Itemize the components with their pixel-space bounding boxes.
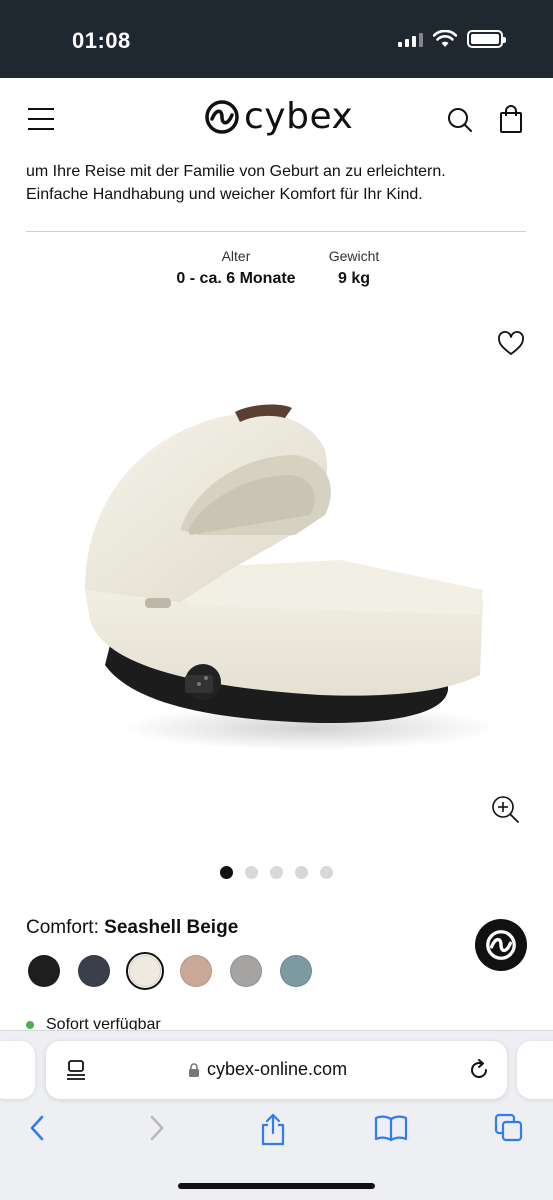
status-bar: 01:08 [0, 0, 553, 78]
shopping-bag-icon[interactable] [498, 104, 524, 134]
heart-icon[interactable] [497, 331, 525, 357]
status-time: 01:08 [72, 28, 131, 53]
next-tab-preview[interactable] [517, 1041, 553, 1099]
color-swatch-fill [230, 955, 262, 987]
color-swatch[interactable] [76, 953, 112, 989]
wifi-icon [433, 30, 457, 47]
status-icons [398, 30, 506, 48]
color-swatch-fill [180, 955, 212, 987]
availability-status-dot [26, 1021, 34, 1029]
browser-toolbar: cybex-online.com [0, 1030, 553, 1200]
hamburger-menu-icon[interactable] [28, 108, 54, 130]
battery-icon [467, 30, 506, 48]
spec-weight-value: 9 kg [337, 270, 370, 287]
color-swatch-fill [78, 955, 110, 987]
color-swatch[interactable] [278, 953, 314, 989]
gallery-dot[interactable] [245, 866, 258, 879]
color-swatch[interactable] [228, 953, 264, 989]
search-icon[interactable] [446, 106, 474, 134]
forward-icon[interactable] [146, 1113, 168, 1143]
address-bar[interactable]: cybex-online.com [46, 1041, 507, 1099]
bookmarks-icon[interactable] [374, 1113, 408, 1143]
cybex-logo-icon [486, 930, 516, 960]
site-header: cybex [0, 78, 553, 160]
gallery-pagination [220, 866, 333, 879]
color-swatch[interactable] [26, 953, 62, 989]
spec-age: Alter 0 - ca. 6 Monate [160, 248, 312, 288]
color-selection-label: Comfort: Seashell Beige [26, 917, 238, 939]
color-swatch[interactable] [126, 952, 164, 990]
color-swatch-fill [28, 955, 60, 987]
color-swatch-fill [280, 955, 312, 987]
share-icon[interactable] [259, 1113, 287, 1147]
color-swatches [26, 952, 314, 990]
url-display[interactable]: cybex-online.com [188, 1059, 347, 1080]
description-line-1: um Ihre Reise mit der Familie von Geburt… [26, 163, 446, 180]
color-swatch-fill [129, 955, 161, 987]
color-label: Comfort: [26, 917, 99, 938]
lock-icon [189, 1062, 199, 1077]
spec-age-value: 0 - ca. 6 Monate [176, 270, 296, 287]
gallery-dot[interactable] [320, 866, 333, 879]
product-image[interactable] [70, 390, 490, 770]
zoom-in-icon[interactable] [491, 795, 521, 825]
reload-icon[interactable] [467, 1058, 491, 1082]
home-indicator[interactable] [178, 1183, 375, 1189]
color-swatch[interactable] [178, 953, 214, 989]
product-description: um Ihre Reise mit der Familie von Geburt… [26, 160, 526, 206]
spec-weight-label: Gewicht [328, 248, 380, 264]
cybex-logo-icon [205, 99, 239, 134]
url-text: cybex-online.com [207, 1059, 348, 1079]
tabs-icon[interactable] [494, 1113, 524, 1143]
reader-icon[interactable] [66, 1059, 88, 1083]
gallery-dot[interactable] [295, 866, 308, 879]
divider [26, 231, 526, 232]
description-line-2: Einfache Handhabung und weicher Komfort … [26, 186, 423, 203]
cellular-signal-icon [398, 31, 423, 47]
gallery-dot[interactable] [220, 866, 233, 879]
browser-nav-toolbar [0, 1113, 553, 1153]
logo-text: cybex [244, 96, 354, 137]
back-icon[interactable] [26, 1113, 48, 1143]
cybex-badge[interactable] [475, 919, 527, 971]
spec-age-label: Alter [221, 248, 251, 264]
previous-tab-preview[interactable] [0, 1041, 35, 1099]
spec-weight: Gewicht 9 kg [312, 248, 396, 288]
gallery-dot[interactable] [270, 866, 283, 879]
color-value: Seashell Beige [104, 917, 239, 938]
cybex-logo[interactable]: cybex [204, 96, 353, 137]
